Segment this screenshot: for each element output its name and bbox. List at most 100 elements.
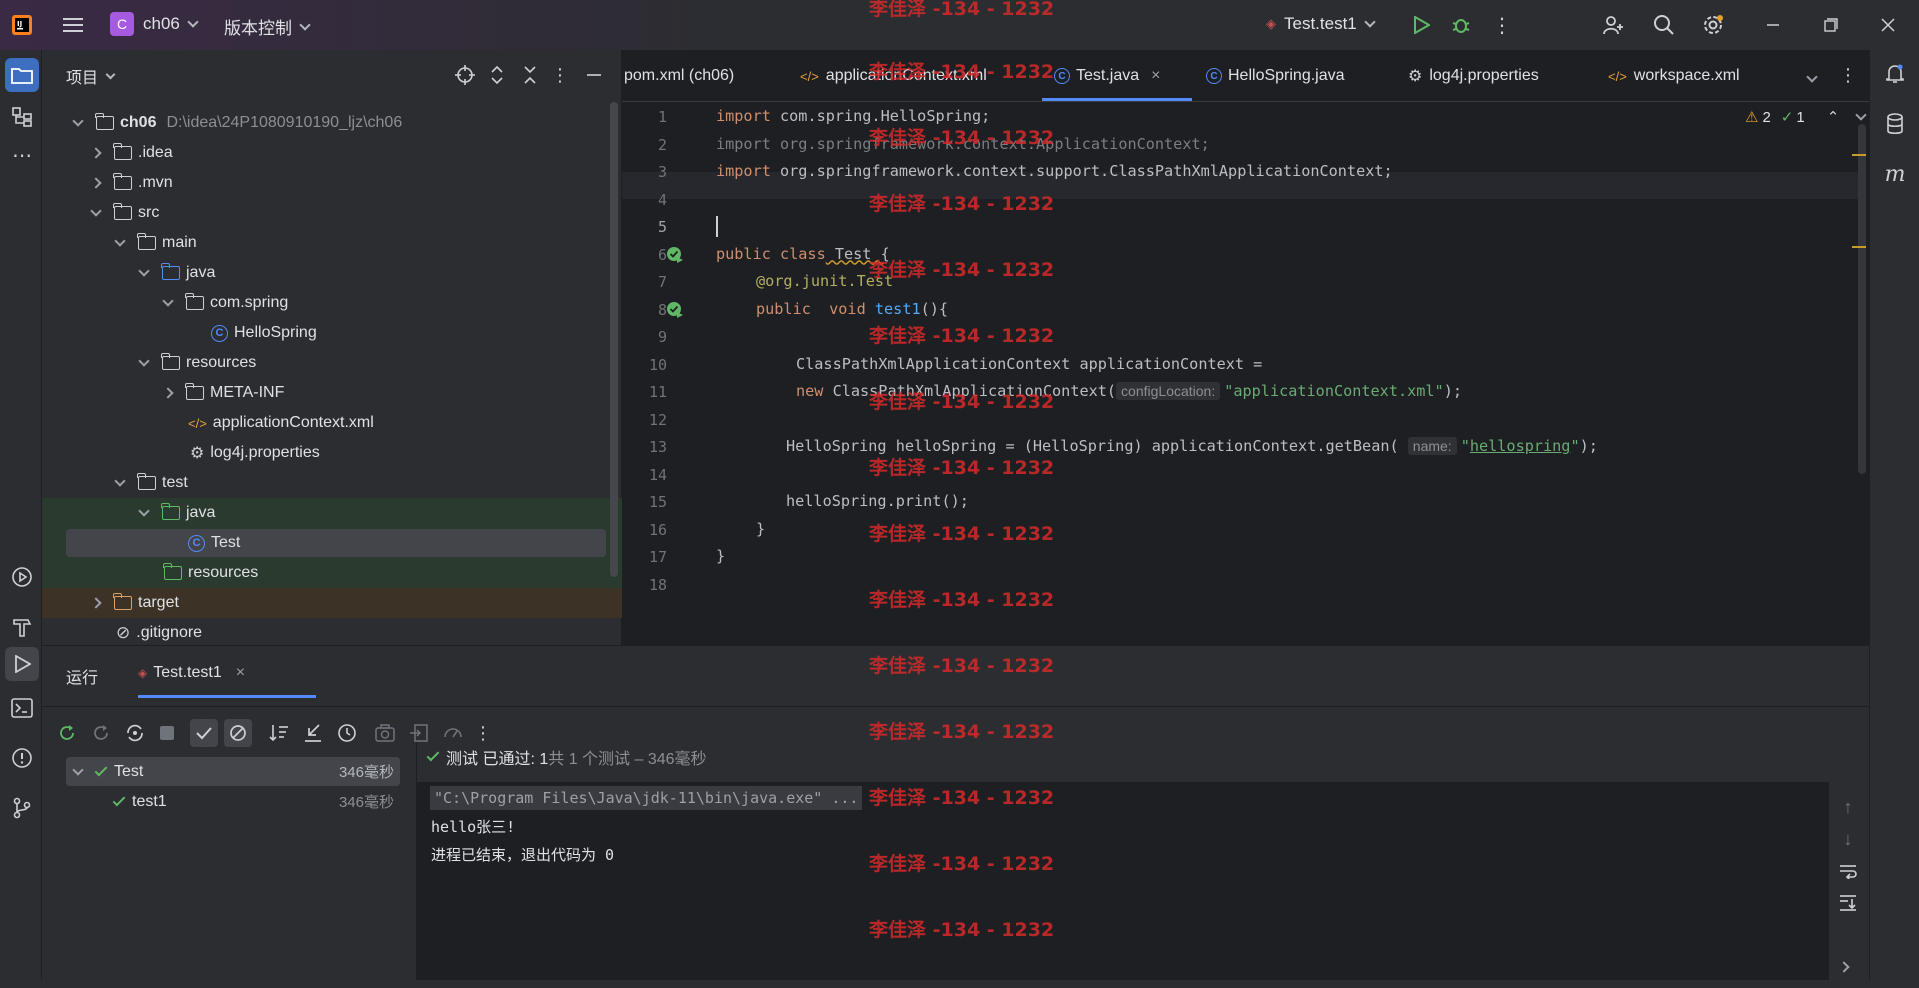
tree-row-mvn[interactable]: .mvn bbox=[42, 168, 622, 198]
soft-wrap-icon[interactable] bbox=[1837, 860, 1859, 882]
scroll-to-end-icon[interactable] bbox=[1837, 892, 1859, 914]
tree-row-test-class[interactable]: C Test bbox=[42, 528, 622, 558]
tree-row-com-spring[interactable]: com.spring bbox=[42, 288, 622, 318]
expand-all-icon[interactable] bbox=[487, 64, 507, 86]
more-run-options-icon[interactable]: ⋮ bbox=[474, 722, 492, 744]
test-row-test[interactable]: Test 346毫秒 bbox=[66, 757, 400, 786]
tree-row-main[interactable]: main bbox=[42, 228, 622, 258]
inspection-widget[interactable]: ⚠ 2 ✓ 1 ⌃ bbox=[1745, 108, 1867, 126]
chevron-right-icon bbox=[162, 387, 174, 399]
services-icon[interactable] bbox=[10, 565, 34, 589]
structure-icon[interactable] bbox=[10, 105, 34, 129]
import-tests-icon[interactable] bbox=[408, 722, 430, 744]
line-number: 12 bbox=[648, 410, 667, 429]
tree-row-idea[interactable]: .idea bbox=[42, 138, 622, 168]
package-icon bbox=[185, 293, 204, 310]
vcs-label: 版本控制 bbox=[224, 19, 292, 38]
tree-row-target[interactable]: target bbox=[42, 588, 622, 618]
close-tab-icon[interactable]: × bbox=[236, 664, 245, 682]
restore-icon[interactable] bbox=[1820, 13, 1842, 37]
test-row-test1[interactable]: test1 346毫秒 bbox=[66, 787, 400, 816]
project-folder-icon[interactable] bbox=[5, 58, 39, 92]
problems-icon[interactable] bbox=[10, 746, 34, 770]
tree-row-meta-inf[interactable]: META-INF bbox=[42, 378, 622, 408]
rerun-failed-icon[interactable] bbox=[90, 722, 112, 744]
run-test-class-gutter-icon[interactable] bbox=[666, 246, 684, 269]
minimize-icon[interactable] bbox=[1762, 13, 1784, 37]
stop-icon[interactable] bbox=[160, 726, 174, 740]
hide-panel-icon[interactable] bbox=[584, 64, 604, 86]
tree-row-log4j-properties[interactable]: ⚙ log4j.properties bbox=[42, 438, 622, 468]
settings-gear-icon[interactable] bbox=[1700, 12, 1726, 38]
locate-target-icon[interactable] bbox=[454, 64, 476, 86]
run-test-method-gutter-icon[interactable] bbox=[666, 301, 684, 324]
more-actions-icon[interactable]: ⋮ bbox=[1492, 13, 1512, 37]
tab-workspace-xml[interactable]: </> workspace.xml bbox=[1608, 50, 1740, 102]
tree-row-hellospring[interactable]: C HelloSpring bbox=[42, 318, 622, 348]
run-tool-icon[interactable] bbox=[5, 647, 39, 681]
tree-row-test-resources[interactable]: resources bbox=[42, 558, 622, 588]
tab-log4j-properties[interactable]: ⚙ log4j.properties bbox=[1408, 50, 1539, 102]
tree-row-applicationcontext-xml[interactable]: </> applicationContext.xml bbox=[42, 408, 622, 438]
tree-row-main-java[interactable]: java bbox=[42, 258, 622, 288]
tree-row-test-java[interactable]: java bbox=[42, 498, 622, 528]
tab-test-java[interactable]: C Test.java × bbox=[1054, 50, 1160, 102]
project-panel-header[interactable]: 项目 bbox=[66, 64, 116, 88]
close-tab-icon[interactable]: × bbox=[1151, 67, 1160, 85]
build-hammer-icon[interactable] bbox=[10, 615, 34, 639]
maven-icon[interactable]: m bbox=[1883, 162, 1907, 187]
class-icon: C bbox=[1054, 68, 1070, 84]
console-output[interactable]: "C:\Program Files\Java\jdk-11\bin\java.e… bbox=[417, 782, 1829, 980]
history-clock-icon[interactable] bbox=[336, 722, 358, 744]
database-icon[interactable] bbox=[1883, 112, 1907, 136]
app-logo-icon[interactable]: IJ bbox=[10, 13, 34, 37]
scroll-up-arrow-icon[interactable]: ↑ bbox=[1837, 796, 1859, 818]
collapse-all-icon[interactable] bbox=[520, 64, 540, 86]
project-name: ch06 bbox=[143, 14, 180, 33]
source-folder-icon bbox=[161, 263, 180, 280]
code-editor[interactable]: ⚠ 2 ✓ 1 ⌃ 1 2 3 4 5 6 7 8 9 10 11 12 13 … bbox=[622, 102, 1869, 645]
notifications-bell-icon[interactable] bbox=[1883, 62, 1907, 86]
tab-pom-xml[interactable]: pom.xml (ch06) bbox=[624, 50, 734, 102]
tree-scrollbar[interactable] bbox=[610, 102, 618, 577]
vcs-selector[interactable]: 版本控制 bbox=[224, 14, 311, 39]
tree-row-ch06[interactable]: ch06 D:\idea\24P1080910190_ljz\ch06 bbox=[42, 108, 622, 138]
git-branch-icon[interactable] bbox=[10, 796, 34, 820]
tree-row-main-resources[interactable]: resources bbox=[42, 348, 622, 378]
tab-options-icon[interactable]: ⋮ bbox=[1839, 64, 1857, 86]
tab-list-dropdown[interactable] bbox=[1806, 68, 1818, 86]
project-selector[interactable]: C ch06 bbox=[110, 12, 199, 36]
run-config-selector[interactable]: ◈ Test.test1 bbox=[1266, 14, 1376, 34]
tab-hellospring-java[interactable]: C HelloSpring.java bbox=[1206, 50, 1345, 102]
collapse-tree-icon[interactable] bbox=[302, 722, 324, 744]
tree-row-gitignore[interactable]: ⊘ .gitignore bbox=[42, 618, 622, 648]
expand-actions-icon[interactable] bbox=[1838, 958, 1850, 976]
rerun-icon[interactable] bbox=[56, 722, 78, 744]
search-icon[interactable] bbox=[1651, 12, 1677, 38]
sort-icon[interactable] bbox=[268, 722, 290, 744]
options-icon[interactable]: ⋮ bbox=[551, 64, 569, 86]
run-icon[interactable] bbox=[1409, 13, 1433, 37]
toggle-auto-test-icon[interactable] bbox=[124, 722, 146, 744]
editor-scrollbar[interactable] bbox=[1858, 124, 1866, 474]
camera-icon[interactable] bbox=[374, 722, 396, 744]
debug-icon[interactable] bbox=[1449, 13, 1473, 37]
more-tools-icon[interactable]: ⋯ bbox=[10, 145, 34, 167]
console-command-line[interactable]: "C:\Program Files\Java\jdk-11\bin\java.e… bbox=[430, 786, 863, 810]
line-number: 6 bbox=[657, 245, 667, 264]
run-tab-test-test1[interactable]: ◈ Test.test1 × bbox=[138, 664, 245, 682]
previous-highlight-icon[interactable]: ⌃ bbox=[1827, 108, 1840, 126]
next-highlight-icon[interactable] bbox=[1855, 109, 1867, 121]
tree-row-src[interactable]: src bbox=[42, 198, 622, 228]
main-menu-icon[interactable] bbox=[62, 14, 84, 36]
terminal-icon[interactable] bbox=[10, 696, 34, 720]
add-user-icon[interactable] bbox=[1600, 12, 1626, 38]
tab-applicationcontext-xml[interactable]: </> applicationContext.xml bbox=[800, 50, 987, 102]
chevron-right-icon bbox=[90, 597, 102, 609]
coverage-gauge-icon[interactable] bbox=[442, 722, 464, 744]
tree-row-test[interactable]: test bbox=[42, 468, 622, 498]
code-token: test1 bbox=[874, 299, 921, 318]
close-icon[interactable] bbox=[1877, 13, 1899, 37]
tree-label: src bbox=[138, 204, 160, 221]
scroll-down-arrow-icon[interactable]: ↓ bbox=[1837, 828, 1859, 850]
